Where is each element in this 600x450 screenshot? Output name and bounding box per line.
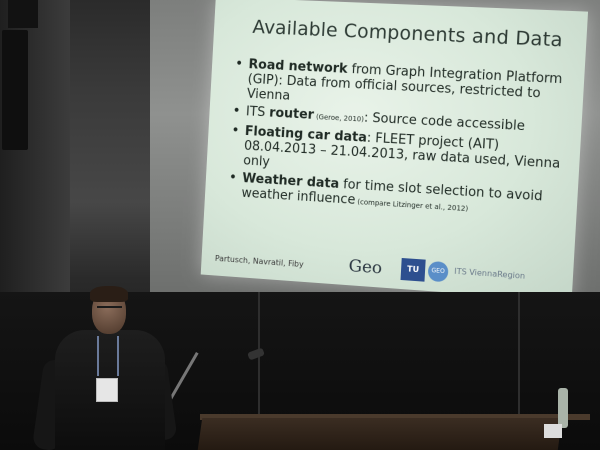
slide-authors: Partusch, Navratil, Fiby <box>214 253 304 270</box>
bullet-list: Road network from Graph Integration Plat… <box>227 57 574 227</box>
slide-title: Available Components and Data <box>251 16 564 52</box>
geo-circle-logo: GEO <box>427 260 449 283</box>
bullet-bold: router <box>268 105 315 123</box>
conference-scene: Available Components and Data Road netwo… <box>0 0 600 450</box>
name-badge <box>96 378 118 402</box>
glasses-icon <box>97 306 122 313</box>
speaker-hair <box>90 286 128 302</box>
cup <box>544 424 562 438</box>
lectern <box>197 418 563 450</box>
wall-speaker-top <box>8 0 38 28</box>
panel-divider <box>518 292 520 422</box>
lanyard <box>97 336 119 376</box>
bullet-citation: (compare Litzinger et al., 2012) <box>355 197 469 214</box>
geoinfo-logo: Geo <box>348 256 383 279</box>
water-bottle <box>558 388 568 428</box>
its-vienna-region-logo: ITS ViennaRegion <box>454 266 526 281</box>
bullet-citation: (Geroe, 2010) <box>313 112 365 124</box>
wall-speaker <box>2 30 28 150</box>
presentation-slide: Available Components and Data Road netwo… <box>200 0 589 302</box>
tu-wien-logo: TU <box>400 257 426 282</box>
bullet-prefix: ITS <box>245 104 270 121</box>
